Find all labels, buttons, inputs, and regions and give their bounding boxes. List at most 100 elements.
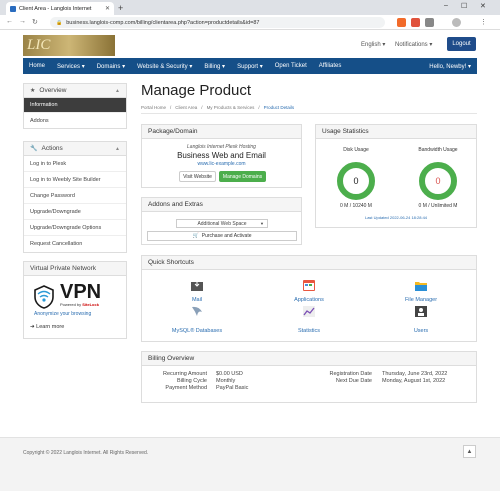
user-greeting: Hello, Newby! — [429, 63, 467, 70]
billing-cycle-value: Monthly — [216, 378, 236, 384]
crumb-separator: / — [170, 105, 172, 110]
addons-card: Addons and Extras Additional Web Space ▼… — [141, 197, 302, 245]
product-domain[interactable]: www.lic-example.com — [142, 161, 301, 167]
reload-icon[interactable]: ↻ — [32, 18, 38, 26]
manage-domains-button[interactable]: Manage Domains — [219, 171, 266, 182]
vpn-tagline: Anonymize your browsing — [34, 311, 92, 317]
favicon-icon — [10, 5, 16, 12]
nav-support[interactable]: Support ▾ — [231, 63, 269, 70]
url-field[interactable]: 🔒 business.langlois-comp.com/billing/cli… — [50, 17, 385, 28]
nav-billing[interactable]: Billing ▾ — [198, 63, 231, 70]
crumb-portal-home[interactable]: Portal Home — [141, 105, 166, 110]
arrow-right-icon: ➜ — [30, 324, 35, 330]
purchase-activate-button[interactable]: 🛒 Purchase and Activate — [147, 231, 297, 241]
overview-title: Overview — [39, 87, 67, 94]
disk-usage-text: 0 M / 10240 M — [340, 203, 372, 209]
back-to-top-button[interactable]: ▲ — [463, 445, 476, 458]
close-tab-icon[interactable]: ✕ — [105, 5, 110, 12]
shortcut-statistics[interactable]: Statistics — [269, 328, 349, 334]
actions-header[interactable]: 🔧 Actions ▲ — [24, 142, 126, 156]
payment-method-label: Payment Method — [165, 385, 207, 391]
vpn-word: VPN — [60, 281, 102, 303]
recurring-amount-label: Recurring Amount — [162, 371, 207, 377]
product-name: Business Web and Email — [177, 151, 266, 160]
vpn-title: Virtual Private Network — [30, 265, 96, 272]
puzzle-icon[interactable] — [425, 18, 434, 27]
sidebar-item-plesk[interactable]: Log in to Plesk — [24, 156, 126, 172]
wrench-icon: 🔧 — [30, 146, 38, 152]
footer: Copyright © 2022 Langlois Internet. All … — [0, 437, 500, 491]
logo-monogram: LIC — [27, 37, 51, 53]
sidebar-item-weebly[interactable]: Log in to Weebly Site Builder — [24, 172, 126, 188]
nav-home[interactable]: Home — [23, 63, 51, 69]
sidebar-item-information[interactable]: Information — [24, 98, 126, 113]
vpn-powered-label: Powered by — [60, 302, 82, 307]
site-logo[interactable]: LIC — [23, 35, 115, 56]
learn-more-link[interactable]: ➜ Learn more — [30, 324, 64, 330]
close-window-icon[interactable]: ✕ — [480, 2, 486, 10]
language-selector[interactable]: English ▾ — [361, 41, 385, 48]
sidebar-item-upgrade-options[interactable]: Upgrade/Downgrade Options — [24, 220, 126, 236]
shortcut-mysql[interactable]: MySQL® Databases — [157, 328, 237, 334]
chevron-up-icon: ▲ — [115, 87, 120, 94]
copyright: Copyright © 2022 Langlois Internet. All … — [23, 450, 149, 456]
addon-select-value: Additional Web Space — [197, 220, 247, 227]
tab-title: Client Area - Langlois Internet — [19, 5, 92, 12]
minimize-icon[interactable]: – — [444, 2, 448, 9]
registration-date-value: Thursday, June 23rd, 2022 — [382, 371, 448, 377]
forward-icon[interactable]: → — [19, 18, 26, 25]
shortcut-applications[interactable]: Applications — [269, 297, 349, 303]
user-menu[interactable]: Hello, Newby! ▾ — [423, 63, 477, 70]
nav-affiliates[interactable]: Affiliates — [313, 63, 348, 69]
shortcut-mail[interactable]: Mail — [157, 297, 237, 303]
nav-open-ticket[interactable]: Open Ticket — [269, 63, 313, 69]
addons-heading: Addons and Extras — [142, 198, 301, 212]
sidebar-item-cancel[interactable]: Request Cancellation — [24, 236, 126, 252]
shortcut-users[interactable]: Users — [381, 328, 461, 334]
nav-services[interactable]: Services ▾ — [51, 63, 91, 70]
logout-button[interactable]: Logout — [447, 37, 476, 51]
addon-select[interactable]: Additional Web Space ▼ — [176, 219, 268, 228]
next-due-date-label: Next Due Date — [335, 378, 372, 384]
maximize-icon[interactable]: ☐ — [461, 2, 467, 10]
profile-icon[interactable] — [452, 18, 461, 27]
statistics-icon — [303, 306, 315, 317]
crumb-separator: / — [258, 105, 260, 110]
sidebar-item-upgrade[interactable]: Upgrade/Downgrade — [24, 204, 126, 220]
bandwidth-usage-gauge: 0 — [419, 162, 457, 200]
users-icon — [415, 306, 427, 317]
notifications-label: Notifications — [395, 42, 428, 48]
overview-header[interactable]: ★ Overview ▲ — [24, 84, 126, 98]
extension-icon[interactable] — [411, 18, 420, 27]
usage-updated: Last Updated 2022-06-24 18:28:44 — [364, 215, 428, 220]
menu-icon[interactable]: ⋮ — [480, 18, 487, 26]
nav-website-security[interactable]: Website & Security ▾ — [131, 63, 198, 70]
crumb-separator: / — [201, 105, 203, 110]
visit-website-button[interactable]: Visit Website — [179, 171, 216, 182]
vpn-powered-by: Powered by SiteLock — [60, 302, 99, 307]
brave-shield-icon[interactable] — [397, 18, 406, 27]
url-text: business.langlois-comp.com/billing/clien… — [66, 19, 260, 26]
package-card: Package/Domain Langlois Internet Plesk H… — [141, 124, 302, 188]
vpn-shield-icon — [34, 285, 54, 309]
notifications-menu[interactable]: Notifications ▾ — [395, 41, 432, 48]
main-nav: Home Services ▾ Domains ▾ Website & Secu… — [23, 58, 477, 74]
crumb-client-area[interactable]: Client Area — [175, 105, 197, 110]
crumb-current: Product Details — [263, 105, 295, 110]
sidebar-item-change-password[interactable]: Change Password — [24, 188, 126, 204]
back-icon[interactable]: ← — [6, 18, 13, 25]
crumb-products[interactable]: My Products & Services — [207, 105, 255, 110]
bandwidth-usage-text: 0 M / Unlimited M — [418, 203, 458, 209]
new-tab-icon[interactable]: + — [118, 3, 123, 13]
nav-domains[interactable]: Domains ▾ — [91, 63, 131, 70]
nav-services-label: Services — [57, 63, 81, 70]
file-manager-icon — [415, 282, 427, 291]
language-label: English — [361, 42, 381, 48]
sidebar-item-addons[interactable]: Addons — [24, 113, 126, 128]
sitelock-brand: SiteLock — [82, 302, 99, 307]
chevron-down-icon: ▼ — [260, 221, 264, 226]
nav-website-security-label: Website & Security — [137, 63, 188, 70]
browser-tab-bar: Client Area - Langlois Internet ✕ + – ☐ … — [0, 0, 500, 15]
shortcut-file-manager[interactable]: File Manager — [381, 297, 461, 303]
browser-tab[interactable]: Client Area - Langlois Internet ✕ — [6, 2, 114, 15]
